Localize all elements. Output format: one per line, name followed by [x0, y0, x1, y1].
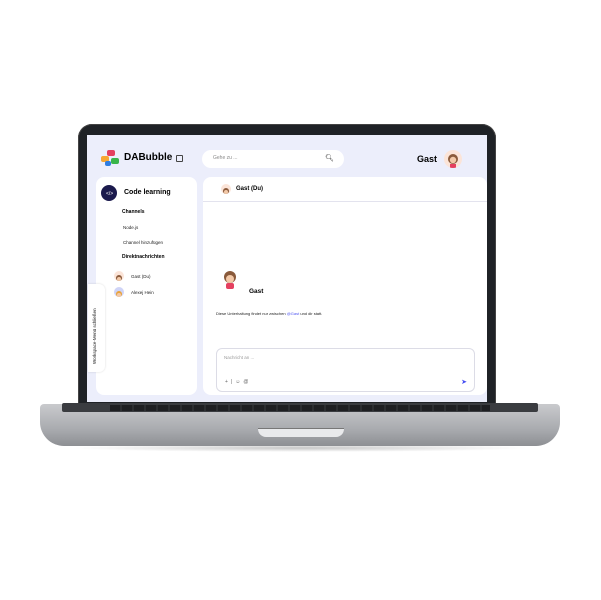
avatar [114, 287, 124, 297]
chat-header: Gast (Du) [203, 177, 487, 202]
send-icon[interactable]: ➤ [461, 378, 467, 386]
composer-tools: +|☺@ [225, 379, 252, 385]
mention-icon[interactable]: @ [243, 379, 251, 385]
intro-text-start: Diese Unterhaltung findet nur zwischen [216, 311, 287, 316]
workspace-menu-toggle[interactable]: Workspace-Menü schließen [88, 284, 105, 372]
search-input[interactable]: Gehe zu ... 🔍︎ [202, 150, 344, 168]
profile-name: Gast [249, 288, 264, 295]
workspace-sidebar: </> Code learning Channels Node.js Chann… [96, 177, 197, 395]
workspace-avatar[interactable]: </> [101, 185, 117, 201]
sidebar-item-alexej-hein[interactable]: Alexej Hein [131, 290, 154, 295]
search-placeholder: Gehe zu ... [213, 155, 238, 161]
conversation-intro: Diese Unterhaltung findet nur zwischen @… [216, 311, 322, 316]
avatar[interactable] [444, 150, 462, 168]
search-icon[interactable]: 🔍︎ [325, 154, 334, 162]
mention-link[interactable]: @Gast [287, 311, 300, 316]
workspace-title[interactable]: Code learning [124, 189, 171, 196]
message-input[interactable]: Nachricht an ... [224, 355, 254, 360]
code-icon: </> [106, 191, 114, 197]
sidebar-item-nodejs[interactable]: Node.js [123, 225, 138, 230]
avatar [221, 184, 231, 194]
avatar [114, 271, 124, 281]
dabubble-logo [101, 150, 119, 166]
workspace-menu-toggle-label: Workspace-Menü schließen [92, 308, 97, 364]
add-channel-button[interactable]: Channel hinzufügen [123, 240, 163, 245]
sidebar-item-gast[interactable]: Gast (Du) [131, 274, 151, 279]
laptop-keyboard [110, 405, 490, 411]
channels-heading[interactable]: Channels [122, 209, 145, 215]
chat-title[interactable]: Gast (Du) [236, 186, 263, 192]
workspace-edit-icon[interactable] [176, 155, 183, 162]
message-composer[interactable]: Nachricht an ... +|☺@ ➤ [216, 348, 475, 392]
laptop-notch [258, 428, 344, 437]
app-screen: DABubble Gehe zu ... 🔍︎ Gast </> Code le… [87, 135, 487, 402]
direct-messages-heading[interactable]: Direktnachrichten [122, 254, 165, 260]
brand-name: DABubble [124, 152, 173, 163]
add-icon[interactable]: + [225, 379, 231, 385]
profile-avatar [219, 269, 241, 291]
intro-text-end: und dir statt. [299, 311, 323, 316]
current-user-name[interactable]: Gast [417, 154, 437, 164]
chat-panel: Gast (Du) Gast Diese Unterhaltung findet… [203, 177, 487, 395]
